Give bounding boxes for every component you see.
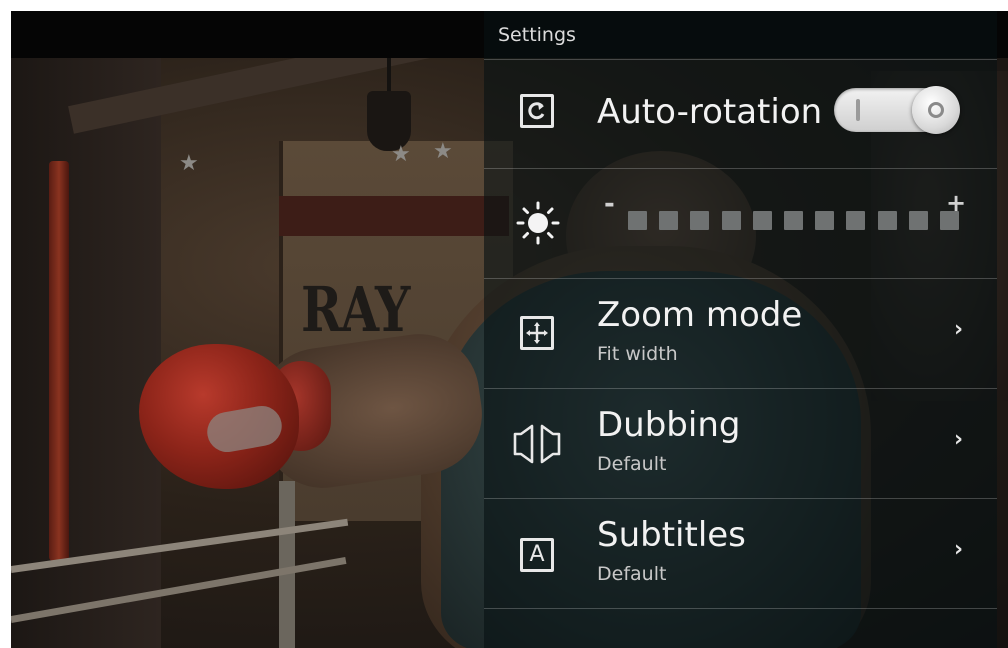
- subtitles-icon: A: [516, 534, 560, 578]
- brightness-segment[interactable]: [721, 211, 741, 230]
- video-poster-stripe: [279, 196, 509, 236]
- brightness-segment[interactable]: [877, 211, 897, 230]
- video-ring-post: [279, 481, 295, 648]
- brightness-segment[interactable]: [628, 211, 647, 230]
- brightness-sun-icon: [516, 201, 560, 245]
- rotate-icon: [516, 90, 560, 134]
- settings-title: Settings: [498, 24, 576, 46]
- brightness-segment[interactable]: [752, 211, 772, 230]
- zoom-mode-row[interactable]: Zoom mode Fit width ›: [484, 279, 997, 389]
- video-poster-text: RAY: [301, 273, 410, 346]
- subtitles-icon-letter: A: [529, 542, 545, 567]
- settings-header: Settings: [484, 11, 997, 60]
- dubbing-row[interactable]: Dubbing Default ›: [484, 389, 997, 499]
- zoom-mode-label: Zoom mode: [597, 295, 803, 335]
- video-ring-post: [49, 161, 69, 561]
- brightness-segment[interactable]: [846, 211, 866, 230]
- brightness-segment[interactable]: [659, 211, 679, 230]
- brightness-increase[interactable]: +: [946, 189, 966, 217]
- auto-rotation-label: Auto-rotation: [597, 92, 823, 132]
- zoom-mode-chevron-icon: ›: [954, 317, 964, 342]
- auto-rotation-row[interactable]: Auto-rotation: [484, 60, 997, 169]
- video-star: ★: [179, 151, 199, 176]
- settings-panel: Settings Auto-rotation - + Zoom mode Fit…: [484, 11, 997, 648]
- dubbing-label: Dubbing: [597, 405, 741, 445]
- toggle-on-mark: [928, 102, 944, 118]
- dubbing-chevron-icon: ›: [954, 427, 964, 452]
- brightness-segment[interactable]: [690, 211, 710, 230]
- toggle-knob[interactable]: [912, 86, 960, 134]
- subtitles-label: Subtitles: [597, 515, 746, 555]
- subtitles-value: Default: [597, 563, 667, 585]
- zoom-mode-icon: [516, 312, 560, 356]
- brightness-segment[interactable]: [815, 211, 835, 230]
- video-star: ★: [391, 142, 411, 167]
- dubbing-speaker-icon: [512, 424, 561, 468]
- auto-rotation-toggle[interactable]: [834, 86, 960, 134]
- subtitles-chevron-icon: ›: [954, 537, 964, 562]
- brightness-row: - +: [484, 169, 997, 279]
- toggle-off-mark: [856, 99, 860, 121]
- video-star: ★: [433, 139, 453, 164]
- subtitles-row[interactable]: A Subtitles Default ›: [484, 499, 997, 609]
- dubbing-value: Default: [597, 453, 667, 475]
- brightness-decrease[interactable]: -: [604, 189, 615, 219]
- brightness-segment[interactable]: [784, 211, 803, 230]
- brightness-segment[interactable]: [908, 211, 928, 230]
- zoom-mode-value: Fit width: [597, 343, 678, 365]
